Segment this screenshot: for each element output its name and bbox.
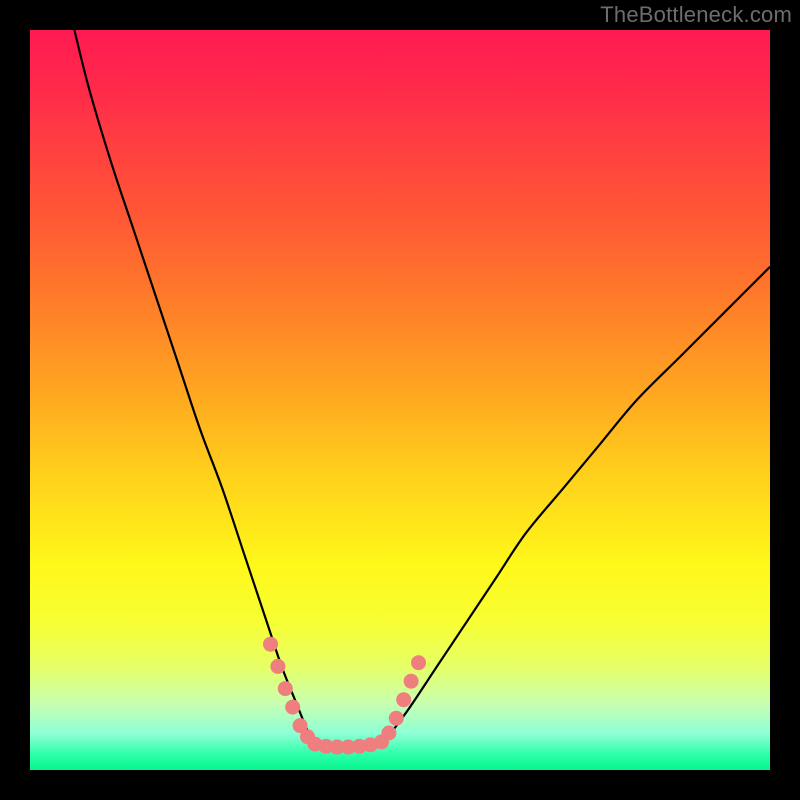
highlight-dot (389, 711, 404, 726)
highlight-dot (270, 659, 285, 674)
chart-svg (30, 30, 770, 770)
highlight-dot (411, 655, 426, 670)
highlight-dot (263, 637, 278, 652)
highlight-dot (396, 692, 411, 707)
highlight-dots-bottom (307, 734, 389, 754)
highlight-dot (285, 700, 300, 715)
curve-left (74, 30, 311, 740)
plot-area (30, 30, 770, 770)
highlight-dot (278, 681, 293, 696)
chart-frame: TheBottleneck.com (0, 0, 800, 800)
watermark-text: TheBottleneck.com (600, 2, 792, 28)
highlight-dots-right (381, 655, 426, 740)
highlight-dot (404, 674, 419, 689)
highlight-dot (381, 726, 396, 741)
curve-right (385, 267, 770, 741)
